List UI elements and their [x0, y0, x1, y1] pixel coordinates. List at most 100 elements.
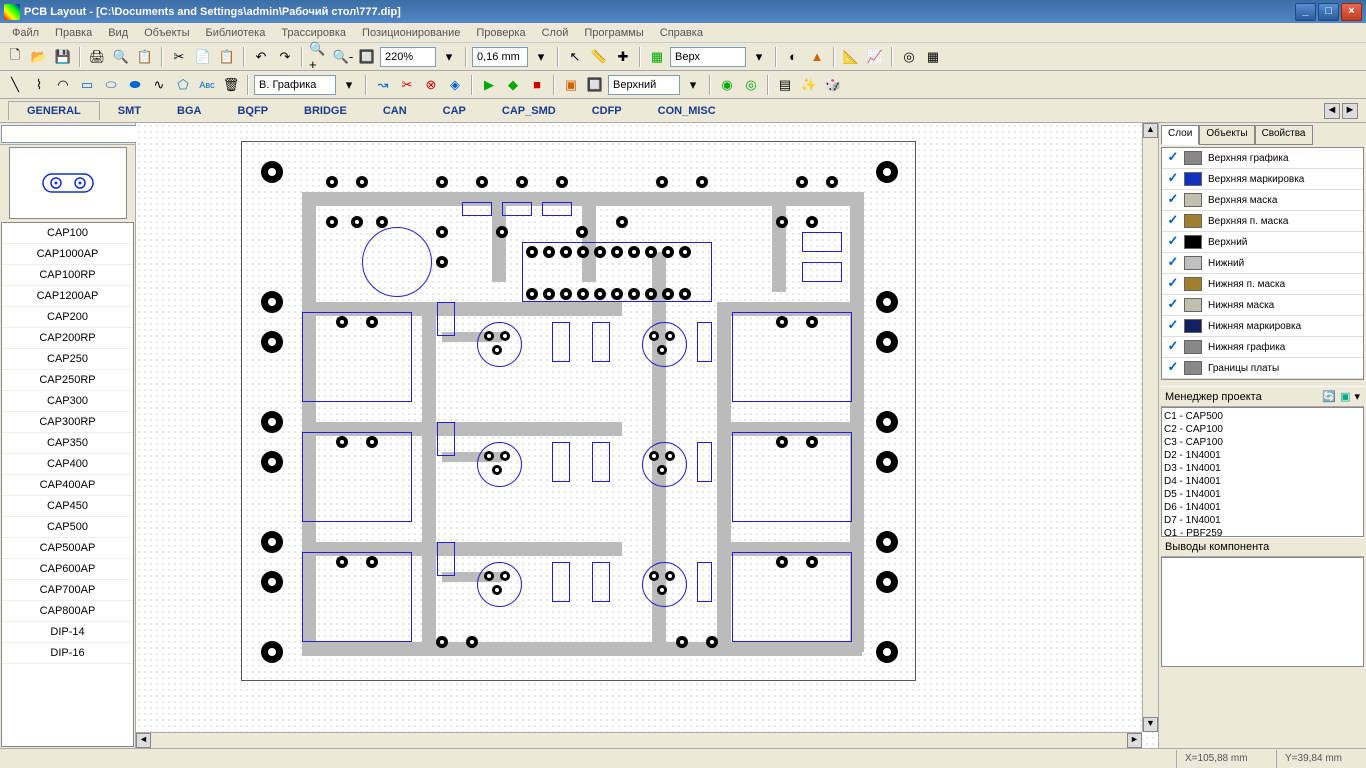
project-item[interactable]: D5 - 1N4001: [1164, 488, 1361, 501]
scroll-down-icon[interactable]: ▼: [1143, 717, 1158, 732]
component-item[interactable]: CAP1000AP: [2, 244, 133, 265]
scrollbar-vertical[interactable]: ▲ ▼: [1142, 123, 1158, 732]
chip-icon[interactable]: ▣: [1340, 390, 1350, 403]
board-icon[interactable]: 🔲: [584, 74, 606, 96]
rect-icon[interactable]: ▭: [76, 74, 98, 96]
tab-cap[interactable]: CAP: [425, 102, 484, 120]
project-item[interactable]: C3 - CAP100: [1164, 436, 1361, 449]
component-item[interactable]: CAP300RP: [2, 412, 133, 433]
undo-icon[interactable]: ↶: [250, 46, 272, 68]
tab-left-icon[interactable]: ◄: [1324, 103, 1340, 119]
fill-ellipse-icon[interactable]: ⬬: [124, 74, 146, 96]
linewidth-drop-icon[interactable]: ▾: [530, 46, 552, 68]
tab-general[interactable]: GENERAL: [8, 101, 100, 120]
check-icon[interactable]: ✓: [1166, 340, 1180, 354]
component-item[interactable]: CAP500AP: [2, 538, 133, 559]
component-icon[interactable]: ▦: [646, 46, 668, 68]
save-icon[interactable]: 💾: [52, 46, 74, 68]
contrast-icon[interactable]: ◐: [782, 46, 804, 68]
marker-icon[interactable]: ▲: [806, 46, 828, 68]
tab-can[interactable]: CAN: [365, 102, 425, 120]
component-item[interactable]: CAP200RP: [2, 328, 133, 349]
check-icon[interactable]: ✓: [1166, 319, 1180, 333]
wizard-icon[interactable]: ✨: [798, 74, 820, 96]
check-icon[interactable]: ✓: [1166, 361, 1180, 375]
component-item[interactable]: CAP100: [2, 223, 133, 244]
check-icon[interactable]: ✓: [1166, 277, 1180, 291]
menu-проверка[interactable]: Проверка: [468, 25, 533, 40]
ruler-icon[interactable]: 📐: [840, 46, 862, 68]
measure-icon[interactable]: 📏: [588, 46, 610, 68]
ellipse-icon[interactable]: ⬭: [100, 74, 122, 96]
component-item[interactable]: CAP500: [2, 517, 133, 538]
rtab-2[interactable]: Свойства: [1255, 125, 1313, 145]
check-icon[interactable]: ✓: [1166, 193, 1180, 207]
menu-справка[interactable]: Справка: [652, 25, 711, 40]
check-icon[interactable]: ✓: [1166, 235, 1180, 249]
scroll-right-icon[interactable]: ►: [1127, 733, 1142, 748]
menu-слой[interactable]: Слой: [534, 25, 577, 40]
zoom-in-icon[interactable]: 🔍+: [308, 46, 330, 68]
play-icon[interactable]: ▶: [478, 74, 500, 96]
pointer-icon[interactable]: ↖: [564, 46, 586, 68]
menu-трассировка[interactable]: Трассировка: [273, 25, 354, 40]
paste-icon[interactable]: 📋: [216, 46, 238, 68]
component-item[interactable]: CAP400: [2, 454, 133, 475]
menu-позиционирование[interactable]: Позиционирование: [354, 25, 468, 40]
tab-bridge[interactable]: BRIDGE: [286, 102, 365, 120]
fanout-icon[interactable]: ◈: [444, 74, 466, 96]
zoom-drop-icon[interactable]: ▾: [438, 46, 460, 68]
tab-right-icon[interactable]: ►: [1342, 103, 1358, 119]
check-icon[interactable]: ✓: [1166, 172, 1180, 186]
scroll-left-icon[interactable]: ◄: [136, 733, 151, 748]
check-icon[interactable]: ✓: [1166, 256, 1180, 270]
tab-cdfp[interactable]: CDFP: [574, 102, 640, 120]
zoom-combo[interactable]: [380, 47, 436, 67]
project-item[interactable]: C2 - CAP100: [1164, 423, 1361, 436]
tab-bga[interactable]: BGA: [159, 102, 219, 120]
drc-icon[interactable]: ◎: [898, 46, 920, 68]
expand-icon[interactable]: ▾: [1354, 390, 1360, 403]
preview-icon[interactable]: 🔍: [110, 46, 132, 68]
menu-вид[interactable]: Вид: [100, 25, 136, 40]
layer-row[interactable]: ✓Верхняя маркировка: [1162, 169, 1363, 190]
linewidth-combo[interactable]: [472, 47, 528, 67]
component-item[interactable]: CAP250RP: [2, 370, 133, 391]
component-item[interactable]: CAP450: [2, 496, 133, 517]
project-item[interactable]: Q1 - PBF259: [1164, 527, 1361, 537]
side-drop-icon[interactable]: ▾: [682, 74, 704, 96]
ic-icon[interactable]: ▤: [774, 74, 796, 96]
component-item[interactable]: CAP400AP: [2, 475, 133, 496]
minimize-button[interactable]: _: [1295, 3, 1316, 21]
project-item[interactable]: D6 - 1N4001: [1164, 501, 1361, 514]
layer-row[interactable]: ✓Нижняя графика: [1162, 337, 1363, 358]
layer-row[interactable]: ✓Нижняя маркировка: [1162, 316, 1363, 337]
zoom-fit-icon[interactable]: 🔲: [356, 46, 378, 68]
check-icon[interactable]: ✓: [1166, 298, 1180, 312]
layer-row[interactable]: ✓Нижний: [1162, 253, 1363, 274]
project-item[interactable]: C1 - CAP500: [1164, 410, 1361, 423]
rtab-1[interactable]: Объекты: [1199, 125, 1254, 145]
new-icon[interactable]: 🗋: [4, 46, 26, 68]
menu-библиотека[interactable]: Библиотека: [198, 25, 274, 40]
tab-cap_smd[interactable]: CAP_SMD: [484, 102, 574, 120]
project-item[interactable]: D4 - 1N4001: [1164, 475, 1361, 488]
component-item[interactable]: CAP100RP: [2, 265, 133, 286]
component-item[interactable]: CAP300: [2, 391, 133, 412]
search-input[interactable]: [1, 125, 145, 143]
project-list[interactable]: C1 - CAP500C2 - CAP100C3 - CAP100D2 - 1N…: [1161, 407, 1364, 537]
polyline-icon[interactable]: ⌇: [28, 74, 50, 96]
text-icon[interactable]: Авс: [196, 74, 218, 96]
menu-файл[interactable]: Файл: [4, 25, 47, 40]
layer-row[interactable]: ✓Границы платы: [1162, 358, 1363, 379]
layer-row[interactable]: ✓Верхняя маска: [1162, 190, 1363, 211]
copy-icon[interactable]: 📄: [192, 46, 214, 68]
3d-icon[interactable]: 🎲: [822, 74, 844, 96]
menu-правка[interactable]: Правка: [47, 25, 100, 40]
component-item[interactable]: CAP800AP: [2, 601, 133, 622]
via2-icon[interactable]: ◎: [740, 74, 762, 96]
scrollbar-horizontal[interactable]: ◄ ►: [136, 732, 1142, 748]
component-item[interactable]: CAP350: [2, 433, 133, 454]
component-item[interactable]: DIP-16: [2, 643, 133, 664]
route-icon[interactable]: ↝: [372, 74, 394, 96]
